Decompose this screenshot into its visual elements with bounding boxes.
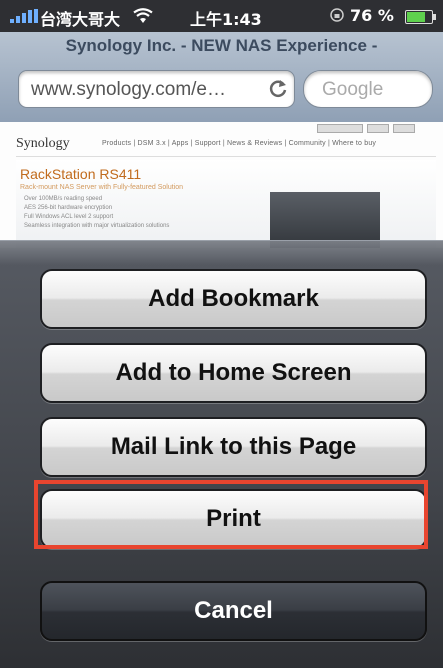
url-text: www.synology.com/e…	[31, 79, 226, 100]
carrier-name: 台湾大哥大	[40, 10, 121, 29]
wifi-icon	[133, 8, 153, 23]
cancel-button[interactable]: Cancel	[40, 581, 427, 641]
signal-icon	[10, 9, 38, 23]
battery-icon	[405, 10, 436, 24]
phone-screen: 台湾大哥大 上午1:43 76 % Synology Inc. - NEW NA…	[0, 0, 443, 668]
address-bar[interactable]: www.synology.com/e…	[18, 70, 295, 108]
search-placeholder: Google	[322, 79, 384, 100]
hero-bullet: Over 100MB/s reading speed	[24, 196, 103, 202]
web-content: Synology Products | DSM 3.x | Apps | Sup…	[0, 122, 443, 248]
add-to-home-screen-button[interactable]: Add to Home Screen	[40, 343, 427, 403]
hero-bullet: AES 256-bit hardware encryption	[24, 205, 113, 211]
web-topbar	[313, 124, 433, 133]
site-logo[interactable]: Synology	[16, 136, 70, 152]
battery-percent: 76 %	[350, 6, 394, 25]
mail-link-button[interactable]: Mail Link to this Page	[40, 417, 427, 477]
reload-icon[interactable]	[267, 77, 289, 99]
action-sheet: Add Bookmark Add to Home Screen Mail Lin…	[0, 240, 443, 668]
page-title: Synology Inc. - NEW NAS Experience -	[65, 36, 378, 55]
site-nav[interactable]: Products | DSM 3.x | Apps | Support | Ne…	[102, 140, 376, 147]
rotation-lock-icon	[330, 8, 344, 22]
clock: 上午1:43	[190, 10, 262, 29]
hero-bullet: Seamless integration with major virtuali…	[24, 223, 170, 229]
add-bookmark-button[interactable]: Add Bookmark	[40, 269, 427, 329]
browser-toolbar: Synology Inc. - NEW NAS Experience - www…	[0, 32, 443, 122]
search-field[interactable]: Google	[303, 70, 433, 108]
battery-fill	[407, 12, 426, 22]
divider	[16, 156, 436, 157]
hero-bullet: Full Windows ACL level 2 support	[24, 214, 114, 220]
hero-title: RackStation RS411	[20, 166, 142, 182]
status-bar: 台湾大哥大 上午1:43 76 %	[0, 0, 443, 32]
print-highlight	[34, 480, 428, 549]
hero-subtitle: Rack-mount NAS Server with Fully-feature…	[20, 184, 184, 191]
